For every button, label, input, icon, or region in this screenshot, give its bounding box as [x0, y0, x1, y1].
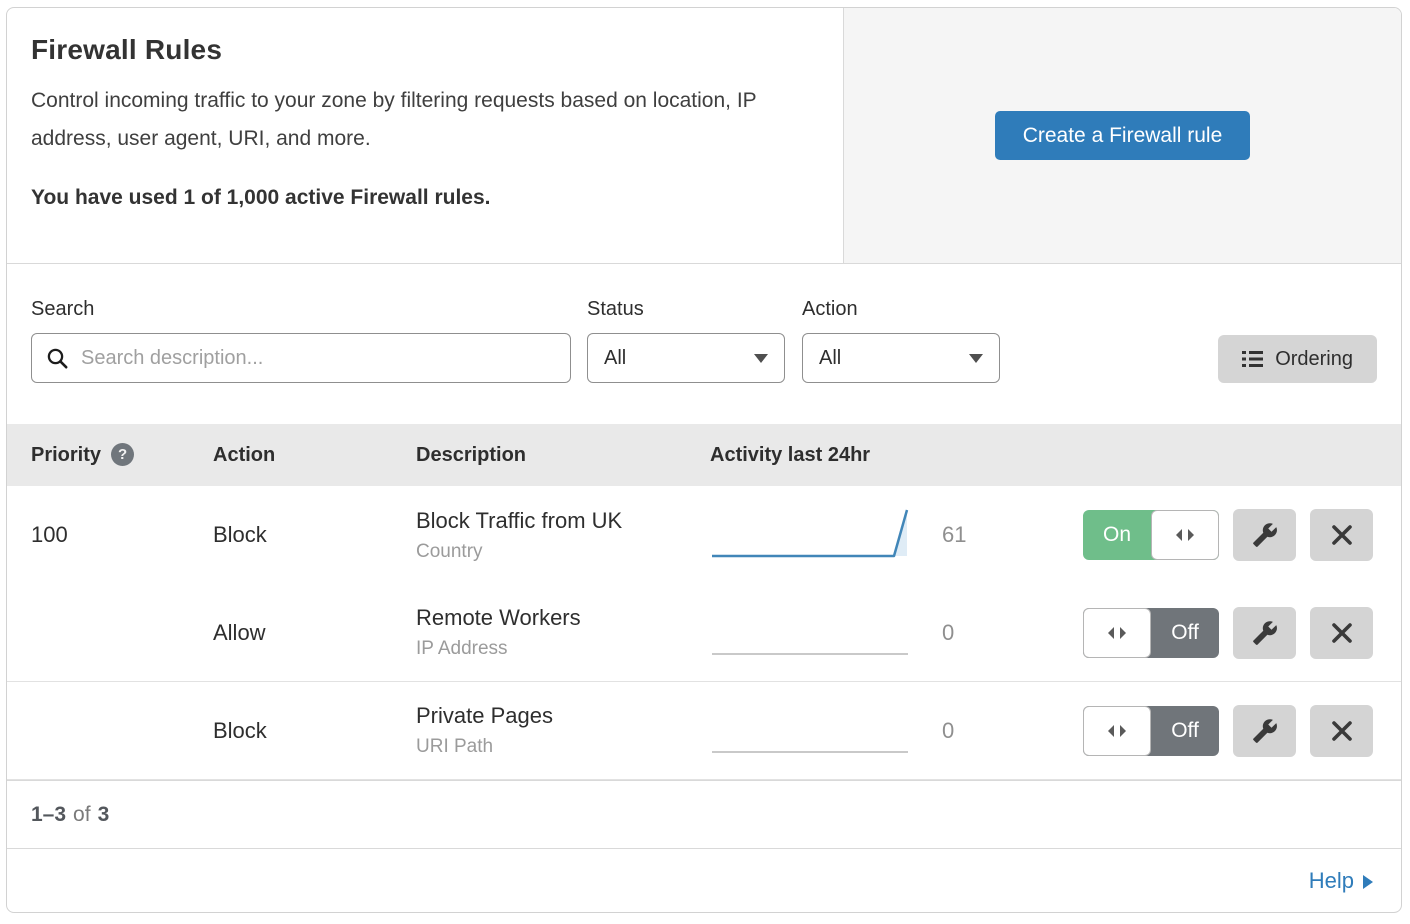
- page-title: Firewall Rules: [31, 34, 803, 66]
- column-header-priority: Priority?: [31, 443, 213, 467]
- help-bar: Help: [7, 848, 1401, 912]
- rule-controls: Off: [1083, 607, 1401, 659]
- toggle-state-label: Off: [1151, 608, 1219, 658]
- activity-sparkline: [710, 503, 910, 567]
- status-filter: Status All: [587, 298, 785, 383]
- create-firewall-rule-button[interactable]: Create a Firewall rule: [995, 111, 1251, 160]
- search-icon: [46, 347, 69, 370]
- column-header-description: Description: [416, 444, 710, 467]
- table-header: Priority? Action Description Activity la…: [7, 424, 1401, 486]
- delete-rule-button[interactable]: [1310, 607, 1373, 659]
- action-select[interactable]: All: [802, 333, 1000, 383]
- delete-rule-button[interactable]: [1310, 705, 1373, 757]
- ordered-list-icon: [1242, 350, 1264, 368]
- toggle-knob[interactable]: [1083, 608, 1151, 658]
- rule-action: Block: [213, 718, 416, 744]
- header-action-panel: Create a Firewall rule: [843, 8, 1401, 263]
- activity-count: 0: [942, 718, 954, 744]
- rule-controls: On: [1083, 509, 1401, 561]
- rule-activity: 61: [710, 503, 1083, 567]
- toggle-state-label: On: [1083, 510, 1151, 560]
- activity-sparkline: [710, 601, 910, 665]
- activity-sparkline: [710, 699, 910, 763]
- table-row: Block Private Pages URI Path 0 Off: [7, 682, 1401, 780]
- rule-activity: 0: [710, 699, 1083, 763]
- status-label: Status: [587, 298, 785, 321]
- pagination-of-label: of: [73, 803, 91, 827]
- table-row: Allow Remote Workers IP Address 0 Off: [7, 584, 1401, 682]
- status-selected-value: All: [604, 347, 754, 370]
- rule-match-type: Country: [416, 541, 710, 563]
- delete-rule-button[interactable]: [1310, 509, 1373, 561]
- action-selected-value: All: [819, 347, 969, 370]
- priority-help-icon[interactable]: ?: [111, 443, 134, 466]
- right-triangle-icon: [1363, 875, 1373, 889]
- status-select[interactable]: All: [587, 333, 785, 383]
- help-link[interactable]: Help: [1309, 868, 1373, 894]
- rule-enabled-toggle[interactable]: Off: [1083, 608, 1219, 658]
- help-link-label: Help: [1309, 868, 1354, 894]
- rule-activity: 0: [710, 601, 1083, 665]
- rule-match-type: IP Address: [416, 638, 710, 660]
- toggle-knob[interactable]: [1151, 510, 1219, 560]
- toggle-knob[interactable]: [1083, 706, 1151, 756]
- rule-description-title: Private Pages: [416, 703, 710, 729]
- pagination-total: 3: [98, 803, 110, 827]
- rule-description-title: Remote Workers: [416, 605, 710, 631]
- pagination-bar: 1–3 of 3: [7, 780, 1401, 848]
- page-header: Firewall Rules Control incoming traffic …: [7, 8, 1401, 264]
- header-text-panel: Firewall Rules Control incoming traffic …: [7, 8, 843, 263]
- left-right-arrows-icon: [1106, 724, 1128, 738]
- search-input-wrap: [31, 333, 571, 383]
- pagination-range: 1–3: [31, 803, 66, 827]
- rule-priority: 100: [31, 522, 213, 548]
- search-label: Search: [31, 298, 571, 321]
- rule-description-title: Block Traffic from UK: [416, 508, 710, 534]
- column-header-action: Action: [213, 444, 416, 467]
- rule-action: Block: [213, 522, 416, 548]
- ordering-button[interactable]: Ordering: [1218, 335, 1377, 383]
- rule-enabled-toggle[interactable]: Off: [1083, 706, 1219, 756]
- edit-rule-button[interactable]: [1233, 705, 1296, 757]
- table-row: 100 Block Block Traffic from UK Country …: [7, 486, 1401, 584]
- rule-description: Private Pages URI Path: [416, 703, 710, 758]
- search-input[interactable]: [81, 347, 556, 370]
- column-header-activity: Activity last 24hr: [710, 444, 1401, 467]
- rule-description: Remote Workers IP Address: [416, 605, 710, 660]
- edit-rule-button[interactable]: [1233, 509, 1296, 561]
- rule-action: Allow: [213, 620, 416, 646]
- page-description: Control incoming traffic to your zone by…: [31, 82, 803, 158]
- action-label: Action: [802, 298, 1000, 321]
- toggle-state-label: Off: [1151, 706, 1219, 756]
- activity-count: 61: [942, 522, 966, 548]
- chevron-down-icon: [969, 354, 983, 363]
- left-right-arrows-icon: [1106, 626, 1128, 640]
- chevron-down-icon: [754, 354, 768, 363]
- rule-description: Block Traffic from UK Country: [416, 508, 710, 563]
- search-filter: Search: [31, 298, 571, 383]
- rule-match-type: URI Path: [416, 736, 710, 758]
- priority-header-label: Priority: [31, 444, 101, 466]
- wrench-icon: [1252, 718, 1278, 744]
- close-icon: [1332, 525, 1352, 545]
- close-icon: [1332, 623, 1352, 643]
- rule-controls: Off: [1083, 705, 1401, 757]
- usage-note: You have used 1 of 1,000 active Firewall…: [31, 186, 803, 210]
- wrench-icon: [1252, 522, 1278, 548]
- firewall-rules-card: Firewall Rules Control incoming traffic …: [6, 7, 1402, 913]
- wrench-icon: [1252, 620, 1278, 646]
- edit-rule-button[interactable]: [1233, 607, 1296, 659]
- close-icon: [1332, 721, 1352, 741]
- activity-count: 0: [942, 620, 954, 646]
- ordering-button-label: Ordering: [1275, 348, 1353, 371]
- action-filter: Action All: [802, 298, 1000, 383]
- rule-enabled-toggle[interactable]: On: [1083, 510, 1219, 560]
- left-right-arrows-icon: [1174, 528, 1196, 542]
- filter-bar: Search Status All Action All: [7, 264, 1401, 424]
